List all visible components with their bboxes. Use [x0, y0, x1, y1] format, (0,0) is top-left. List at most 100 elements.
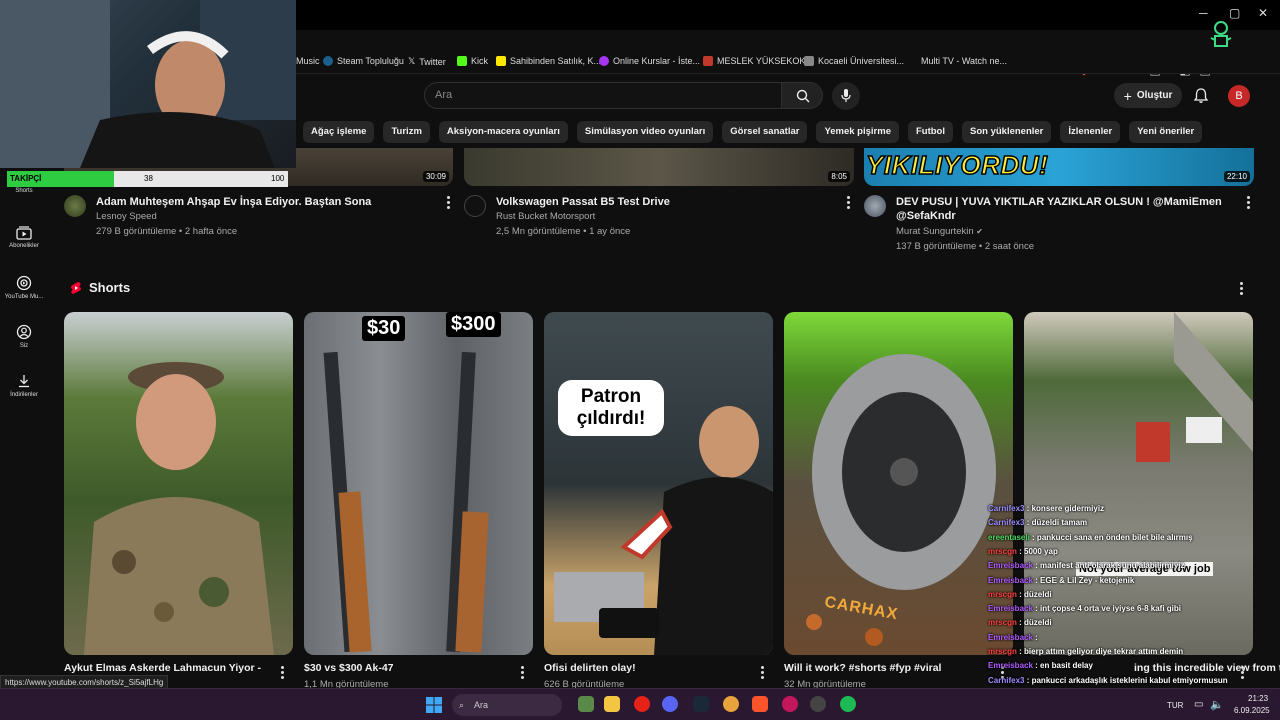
chat-text: : EGE & Lil Zey - ketojenik: [1035, 575, 1135, 585]
chip-futbol[interactable]: Futbol: [907, 121, 953, 143]
chat-username: Emreisback: [988, 575, 1033, 585]
more-actions-icon[interactable]: [1246, 196, 1250, 210]
app-widget-icon[interactable]: [578, 696, 594, 712]
minimize-icon[interactable]: ─: [1199, 6, 1208, 20]
wheel-image: [806, 354, 996, 646]
video-thumbnail[interactable]: 8:05: [464, 148, 854, 186]
chat-username: mrscgn: [988, 546, 1017, 556]
more-actions-icon[interactable]: [280, 666, 284, 680]
bookmark-steam[interactable]: Steam Topluluğu: [323, 56, 404, 66]
video-title-line2[interactable]: @SefaKndr: [896, 209, 956, 223]
file-explorer-icon[interactable]: [604, 696, 620, 712]
spotify-icon[interactable]: [840, 696, 856, 712]
sidebar-item-downloads[interactable]: İndirilenler: [0, 373, 48, 398]
bookmark-multitv[interactable]: Multi TV - Watch ne...: [921, 56, 1007, 66]
short-thumbnail[interactable]: $30 $300: [304, 312, 533, 655]
chip-turizm[interactable]: Turizm: [383, 121, 430, 143]
sidebar-item-you[interactable]: Siz: [0, 324, 48, 349]
short-thumbnail[interactable]: [64, 312, 293, 655]
notifications-bell-icon[interactable]: [1192, 87, 1210, 105]
chrome-icon[interactable]: [723, 696, 739, 712]
channel-avatar[interactable]: [64, 195, 86, 217]
rifles-image: [323, 351, 489, 653]
chat-message: mrscgn : 5000 yap: [988, 547, 1058, 556]
bookmark-music[interactable]: Music: [296, 56, 320, 66]
chat-text: : düzeldi: [1019, 618, 1052, 628]
chat-username: mrscgn: [988, 589, 1017, 599]
short-title[interactable]: $30 vs $300 Ak-47: [304, 662, 394, 674]
chip-izlenenler[interactable]: İzlenenler: [1060, 121, 1121, 143]
discord-icon[interactable]: [662, 696, 678, 712]
chip-son-yuklenenler[interactable]: Son yüklenenler: [962, 121, 1052, 143]
media-app-icon[interactable]: [782, 696, 798, 712]
network-icon[interactable]: ▭: [1194, 699, 1203, 710]
sidebar-item-shorts[interactable]: Shorts: [0, 188, 48, 194]
follower-goal-target: 100: [271, 174, 285, 183]
video-title[interactable]: Adam Muhteşem Ahşap Ev İnşa Ediyor. Başt…: [96, 195, 371, 209]
windows-start-icon[interactable]: [426, 697, 442, 713]
chat-message: Emreisback : int çopse 4 orta ve iyiyse …: [988, 604, 1181, 613]
sidebar-item-subscriptions[interactable]: Abonelikler: [0, 226, 48, 249]
volume-icon[interactable]: 🔈: [1210, 698, 1224, 711]
video-title[interactable]: Volkswagen Passat B5 Test Drive: [496, 195, 670, 209]
search-button[interactable]: [781, 82, 823, 109]
microphone-icon: [841, 89, 851, 102]
chat-text: : düzeldi: [1019, 589, 1052, 599]
bookmark-online-kurslar[interactable]: Online Kurslar - İste...: [599, 56, 700, 66]
chat-message: Carnifex3 : pankucci arkadaşlık istekler…: [988, 676, 1228, 685]
shelf-more-icon[interactable]: [1239, 282, 1243, 296]
video-duration: 8:05: [828, 171, 850, 182]
sidebar-item-youtube-music[interactable]: YouTube Mu...: [0, 275, 48, 300]
chat-username: Carnifex3: [988, 675, 1025, 685]
more-actions-icon[interactable]: [446, 196, 450, 210]
short-thumbnail[interactable]: Patron çıldırdı!: [544, 312, 773, 655]
video-thumbnail[interactable]: YIKILIYORDU! 22:10: [864, 148, 1254, 186]
chat-username: Carnifex3: [988, 504, 1025, 513]
close-icon[interactable]: ✕: [1258, 6, 1268, 20]
more-actions-icon[interactable]: [520, 666, 524, 680]
chip-yeni-oneriler[interactable]: Yeni öneriler: [1129, 121, 1203, 143]
channel-name[interactable]: Murat Sungurtekin ✔: [896, 226, 983, 237]
short-title[interactable]: Aykut Elmas Askerde Lahmacun Yiyor -: [64, 662, 261, 674]
channel-avatar[interactable]: [864, 195, 886, 217]
bookmark-kocaeli[interactable]: Kocaeli Üniversitesi...: [804, 56, 904, 66]
short-title[interactable]: Will it work? #shorts #fyp #viral: [784, 662, 941, 674]
chip-simulasyon[interactable]: Simülasyon video oyunları: [576, 121, 714, 143]
clock-date[interactable]: 6.09.2025: [1234, 706, 1270, 715]
video-title[interactable]: DEV PUSU | YUVA YIKTILAR YAZIKLAR OLSUN …: [896, 195, 1222, 209]
taskbar-search[interactable]: ⌕ Ara: [452, 694, 562, 716]
bookmark-meslek[interactable]: MESLEK YÜKSEKOK...: [703, 56, 813, 66]
create-button[interactable]: + Oluştur: [1114, 83, 1182, 108]
obs-icon[interactable]: [810, 696, 826, 712]
search-input[interactable]: Ara: [424, 82, 782, 109]
keyboard-language[interactable]: TUR: [1167, 701, 1183, 710]
chip-aksiyon-macera[interactable]: Aksiyon-macera oyunları: [438, 121, 568, 143]
chat-text: : manifest anti olarak şunu alabilirmiyi…: [1035, 561, 1185, 571]
chip-agac-isleme[interactable]: Ağaç işleme: [303, 121, 375, 143]
bookmark-kick[interactable]: Kick: [457, 56, 488, 66]
more-actions-icon[interactable]: [760, 666, 764, 680]
account-avatar[interactable]: B: [1228, 85, 1250, 107]
voice-search-button[interactable]: [832, 82, 860, 110]
steam-icon[interactable]: [693, 696, 709, 712]
chip-gorsel-sanatlar[interactable]: Görsel sanatlar: [722, 121, 808, 143]
chip-yemek-pisirme[interactable]: Yemek pişirme: [816, 121, 899, 143]
sahibinden-icon: [496, 56, 506, 66]
taskbar-search-icon: ⌕: [459, 700, 465, 710]
more-actions-icon[interactable]: [846, 196, 850, 210]
bookmark-sahibinden[interactable]: Sahibinden Satılık, K...: [496, 56, 601, 66]
clock-time[interactable]: 21:23: [1248, 694, 1268, 703]
channel-avatar[interactable]: [464, 195, 486, 217]
chat-message: Emreisback :: [988, 633, 1038, 642]
youtube-app-icon[interactable]: [634, 696, 650, 712]
steam-icon: [323, 56, 333, 66]
office-scene-image: [554, 406, 773, 655]
bookmark-twitter[interactable]: 𝕏 Twitter: [408, 56, 446, 67]
chat-message: Carnifex3 : düzeldi tamam: [988, 518, 1087, 527]
channel-name[interactable]: Rust Bucket Motorsport: [496, 211, 595, 222]
maximize-icon[interactable]: ▢: [1229, 6, 1240, 20]
channel-name[interactable]: Lesnoy Speed: [96, 211, 157, 222]
brave-browser-icon[interactable]: [752, 696, 768, 712]
short-thumbnail[interactable]: CARHAX: [784, 312, 1013, 655]
short-title[interactable]: Ofisi delirten olay!: [544, 662, 636, 674]
